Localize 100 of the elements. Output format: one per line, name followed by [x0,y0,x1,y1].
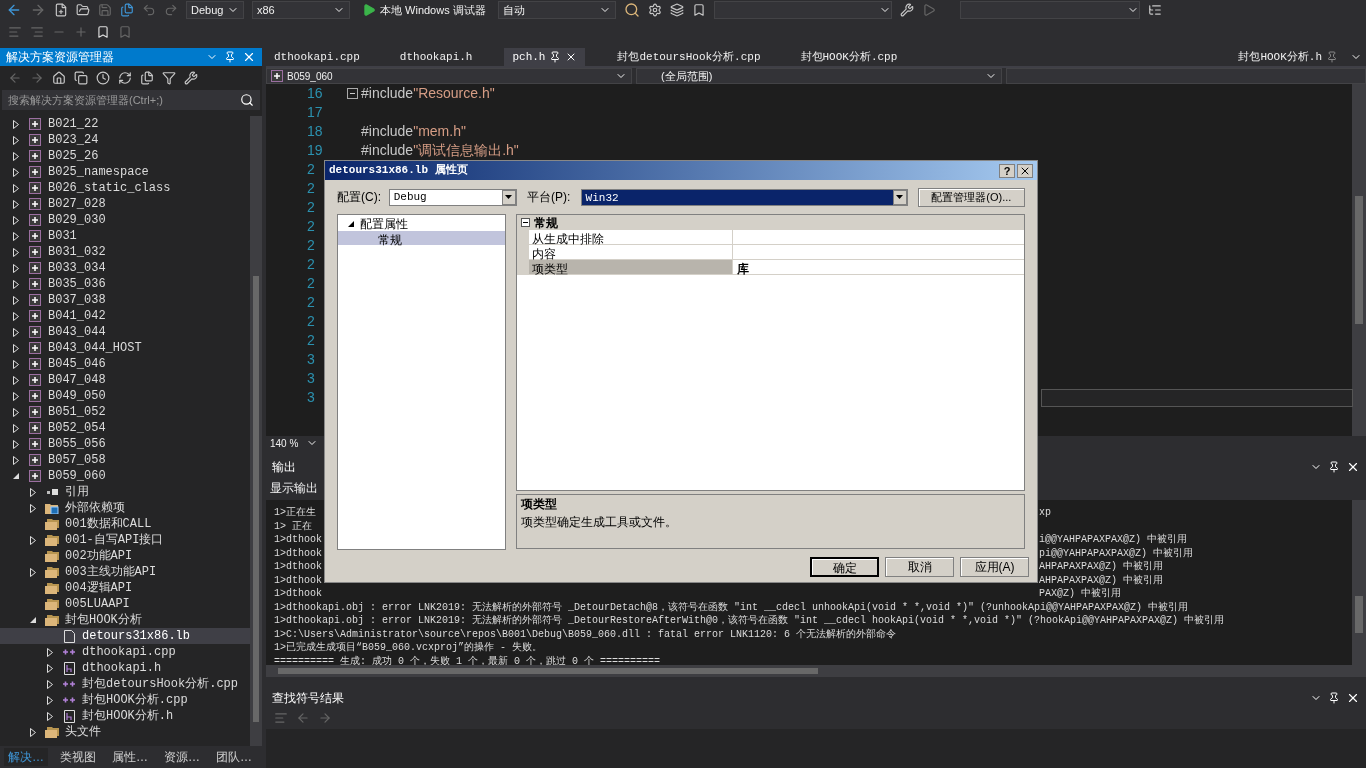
tree-item[interactable]: B037_038 [0,292,250,308]
tree-view-icon[interactable] [1147,3,1162,17]
refresh-icon[interactable] [118,71,132,85]
tree-item[interactable]: 封包HOOK分析.h [0,708,250,724]
file-tab[interactable]: 封包HOOK分析.h [1230,48,1346,66]
tree-item[interactable]: 引用 [0,484,250,500]
expanded-caret-icon[interactable] [29,616,37,624]
forward-icon[interactable] [30,71,44,85]
tree-item[interactable]: B026_static_class [0,180,250,196]
bookmark-icon[interactable] [691,3,706,17]
file-tab[interactable]: pch.h [504,48,586,66]
tree-item[interactable]: 常规 [338,231,505,245]
dialog-button[interactable]: 确定 [810,557,879,577]
redo-icon[interactable] [164,3,178,17]
panel-tab[interactable]: 资源… [160,748,204,766]
tree-item[interactable]: B057_058 [0,452,250,468]
scrollbar[interactable] [266,665,1366,677]
start-debugger-button[interactable]: 本地 Windows 调试器 [358,1,490,19]
collapsed-caret-icon[interactable] [29,487,37,497]
zoom-level[interactable]: 140 % [266,435,303,451]
collapsed-caret-icon[interactable] [12,231,20,241]
expanded-caret-icon[interactable] [348,221,354,227]
collapsed-caret-icon[interactable] [12,423,20,433]
tree-item[interactable]: B059_060 [0,468,250,484]
wrench-icon[interactable] [899,3,914,17]
tree-item[interactable]: 封包HOOK分析.cpp [0,692,250,708]
tree-item[interactable]: 001-自写API接口 [0,532,250,548]
collapsed-caret-icon[interactable] [12,279,20,289]
collapsed-caret-icon[interactable] [12,295,20,305]
collapsed-caret-icon[interactable] [12,375,20,385]
expanded-caret-icon[interactable] [12,472,20,480]
open-folder-icon[interactable] [76,3,90,17]
scrollbar[interactable] [250,116,262,746]
file-tab[interactable]: dthookapi.h [391,48,481,66]
platform-dropdown[interactable]: Win32 [580,188,908,206]
tree-item[interactable]: B023_24 [0,132,250,148]
tree-item[interactable]: B031_032 [0,244,250,260]
tree-item[interactable]: B029_030 [0,212,250,228]
save-icon[interactable] [98,3,112,17]
tree-item[interactable]: B025_26 [0,148,250,164]
collapsed-caret-icon[interactable] [46,647,54,657]
undo-icon[interactable] [142,3,156,17]
tree-item[interactable]: dthookapi.h [0,660,250,676]
close-icon[interactable] [1346,691,1360,705]
tree-item[interactable]: 002功能API [0,548,250,564]
collapsed-caret-icon[interactable] [29,535,37,545]
tree-item[interactable]: B055_056 [0,436,250,452]
collapsed-caret-icon[interactable] [12,183,20,193]
tree-item[interactable]: B049_050 [0,388,250,404]
tree-item[interactable]: B045_046 [0,356,250,372]
file-tab[interactable]: dthookapi.cpp [266,48,368,66]
tree-item[interactable]: B043_044_HOST [0,340,250,356]
collapsed-caret-icon[interactable] [46,695,54,705]
file-tab[interactable]: 封包detoursHook分析.cpp [609,48,769,66]
panel-tab[interactable]: 团队… [212,748,256,766]
tree-item[interactable]: dthookapi.cpp [0,644,250,660]
configuration-dropdown[interactable]: Debug [186,1,244,19]
tree-item[interactable]: 005LUAAPI [0,596,250,612]
tree-item[interactable]: 001数据和CALL [0,516,250,532]
collapsed-caret-icon[interactable] [12,199,20,209]
tree-item[interactable]: B021_22 [0,116,250,132]
collapsed-caret-icon[interactable] [12,151,20,161]
pin-icon[interactable] [1328,692,1340,704]
tree-item[interactable]: 003主线功能API [0,564,250,580]
settings-icon[interactable] [647,3,662,17]
search-field[interactable]: 搜索解决方案资源管理器(Ctrl+;) [2,90,260,110]
configuration-manager-button[interactable]: 配置管理器(O)... [917,187,1025,207]
collapsed-caret-icon[interactable] [29,503,37,513]
tree-item[interactable]: 外部依赖项 [0,500,250,516]
tree-item[interactable]: B025_namespace [0,164,250,180]
collapsed-caret-icon[interactable] [12,439,20,449]
pin-icon[interactable] [549,51,562,63]
collapsed-caret-icon[interactable] [29,567,37,577]
collapsed-caret-icon[interactable] [46,663,54,673]
bookmark-icon[interactable] [96,25,110,39]
scrollbar[interactable] [1352,84,1366,436]
find-icon[interactable] [623,2,640,18]
new-file-icon[interactable] [54,3,68,17]
dialog-button[interactable]: 取消 [885,557,954,577]
tree-item[interactable]: B035_036 [0,276,250,292]
collapsed-caret-icon[interactable] [29,727,37,737]
close-button[interactable] [1017,163,1033,178]
help-button[interactable]: ? [999,163,1015,178]
scope-dropdown[interactable]: (全局范围) [636,68,1002,84]
collapsed-caret-icon[interactable] [12,407,20,417]
collapsed-caret-icon[interactable] [12,327,20,337]
panel-tab[interactable]: 类视图 [56,748,100,766]
tree-item[interactable]: B027_028 [0,196,250,212]
tree-item[interactable]: detours31x86.lb [0,628,250,644]
tree-item[interactable]: 封包detoursHook分析.cpp [0,676,250,692]
dialog-button[interactable]: 应用(A) [960,557,1029,577]
panel-tab[interactable]: 属性… [108,748,152,766]
platform-dropdown[interactable]: x86 [252,1,350,19]
collapsed-caret-icon[interactable] [12,311,20,321]
scrollbar[interactable] [1352,500,1366,665]
close-icon[interactable] [1346,460,1360,474]
pin-icon[interactable] [1328,461,1340,473]
configuration-dropdown[interactable]: Debug [388,188,517,206]
property-name[interactable]: 内容 [529,245,733,259]
property-value[interactable]: 库 [733,260,1024,274]
